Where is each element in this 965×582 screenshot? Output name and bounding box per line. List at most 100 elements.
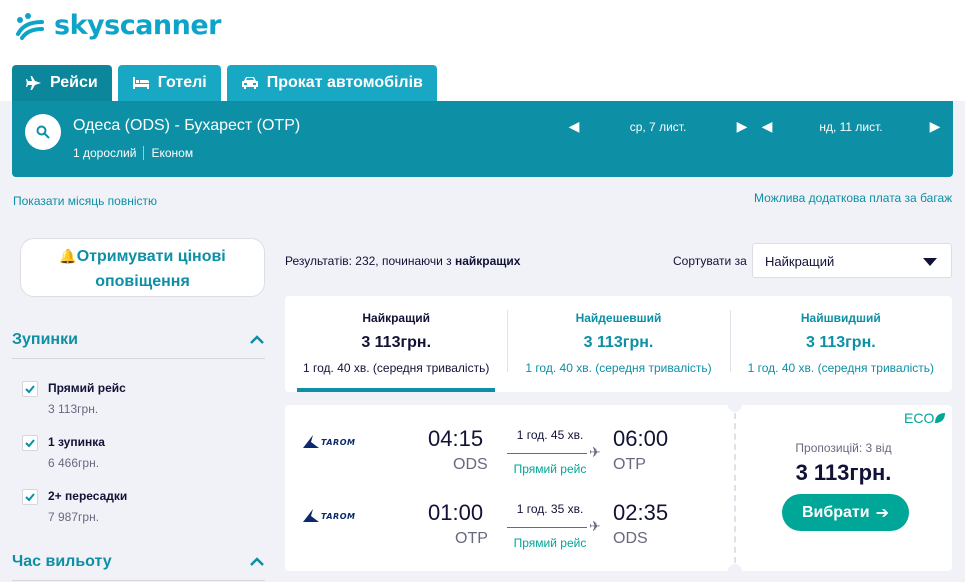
checkmark-icon (25, 493, 35, 502)
sort-tab-title: Найкращий (362, 311, 430, 325)
card-notch (728, 564, 742, 578)
plane-icon: ✈ (589, 518, 601, 534)
departure-airport: OTP (455, 530, 488, 547)
eco-label: ECO (904, 410, 935, 426)
sort-tab-price: 3 113грн. (583, 334, 654, 351)
airline-logo: TAROM (303, 509, 355, 523)
stops-text: Прямий рейс (513, 462, 587, 476)
divider (12, 358, 265, 359)
bed-icon (132, 77, 149, 89)
departure-time-filter-header[interactable]: Час вильоту (12, 553, 265, 571)
plane-icon: ✈ (589, 444, 601, 460)
depart-date[interactable]: ср, 7 лист. (583, 120, 733, 134)
baggage-fees-link[interactable]: Можлива додаткова плата за багаж (754, 191, 952, 205)
depart-date-picker: ◀ ср, 7 лист. ▶ (565, 118, 751, 135)
stops-filter-title: Зупинки (12, 331, 78, 348)
checkmark-icon (25, 385, 35, 394)
price-alert-button[interactable]: 🔔Отримувати цінові оповіщення (20, 238, 265, 297)
divider (12, 580, 265, 581)
chevron-up-icon (250, 557, 264, 566)
divider (734, 413, 736, 563)
airline-name: TAROM (321, 511, 356, 521)
tab-car-hire[interactable]: Прокат автомобілів (226, 65, 437, 101)
select-button[interactable]: Вибрати ➔ (782, 494, 909, 531)
sort-tab-best[interactable]: Найкращий 3 113грн. 1 год. 40 хв. (серед… (285, 296, 507, 392)
filter-price: 7 987грн. (48, 510, 100, 524)
checkmark-icon (25, 439, 35, 448)
sort-tab-price: 3 113грн. (805, 334, 876, 351)
filter-price: 3 113грн. (48, 402, 99, 416)
sort-tab-fastest[interactable]: Найшвидший 3 113грн. 1 год. 40 хв. (сере… (729, 296, 952, 392)
sort-label: Сортувати за (673, 254, 747, 268)
checkbox-direct[interactable] (22, 381, 38, 397)
filter-label: Прямий рейс (48, 381, 126, 395)
return-leg: TAROM 01:00 OTP 1 год. 35 хв. ✈ Прямий р… (285, 489, 734, 550)
return-date-picker: ◀ нд, 11 лист. ▶ (758, 118, 944, 135)
checkbox-one-stop[interactable] (22, 435, 38, 451)
tab-label: Рейси (50, 74, 98, 91)
sort-select[interactable]: Найкращий (752, 243, 952, 278)
sort-tab-duration: 1 год. 40 хв. (середня тривалість) (525, 361, 712, 375)
brand-name: skyscanner (54, 10, 222, 41)
results-emphasis: найкращих (455, 254, 521, 268)
cabin-class-text: Економ (151, 146, 194, 160)
card-notch (728, 398, 742, 412)
filter-label: 1 зупинка (48, 435, 105, 449)
search-summary-bar[interactable]: Одеса (ODS) - Бухарест (OTP) 1 дорослий … (12, 101, 953, 177)
departure-filter-title: Час вильоту (12, 553, 112, 570)
sort-value: Найкращий (765, 254, 835, 269)
sort-tab-cheapest[interactable]: Найдешевший 3 113грн. 1 год. 40 хв. (сер… (507, 296, 729, 392)
checkbox-two-plus[interactable] (22, 489, 38, 505)
car-icon (241, 77, 258, 89)
departure-time: 04:15 (428, 426, 484, 451)
skyscanner-logo[interactable]: skyscanner (12, 10, 222, 41)
airline-logo: TAROM (303, 435, 355, 449)
stops-text: Прямий рейс (513, 536, 587, 550)
arrival-airport: ODS (613, 530, 648, 547)
arrow-right-icon: ➔ (875, 504, 890, 522)
route-line (507, 527, 587, 528)
airline-name: TAROM (321, 437, 356, 447)
tarom-swallow-icon (303, 435, 319, 448)
tarom-swallow-icon (303, 509, 319, 522)
sort-tab-duration: 1 год. 40 хв. (середня тривалість) (747, 361, 934, 375)
filter-price: 6 466грн. (48, 456, 100, 470)
results-count: Результатів: 232, починаючи з найкращих (285, 254, 520, 268)
alert-line-2: оповіщення (95, 273, 190, 290)
tab-flights[interactable]: Рейси (12, 65, 112, 101)
route-text[interactable]: Одеса (ODS) - Бухарест (OTP) (73, 117, 300, 135)
filter-label: 2+ пересадки (48, 489, 128, 503)
results-prefix: Результатів: 232, починаючи з (285, 254, 455, 268)
whole-month-link[interactable]: Показати місяць повністю (13, 194, 157, 208)
result-card[interactable]: TAROM 04:15 ODS 1 год. 45 хв. ✈ Прямий р… (285, 398, 952, 578)
return-date[interactable]: нд, 11 лист. (776, 120, 926, 134)
next-depart-date-button[interactable]: ▶ (733, 118, 751, 135)
stops-filter-header[interactable]: Зупинки (12, 331, 265, 349)
select-label: Вибрати (801, 503, 870, 521)
arrival-time: 02:35 (613, 500, 669, 525)
tab-label: Прокат автомобілів (266, 74, 423, 91)
caret-down-icon (923, 258, 937, 266)
alert-line-1: Отримувати цінові (76, 248, 226, 265)
next-return-date-button[interactable]: ▶ (926, 118, 944, 135)
leaf-icon (935, 413, 946, 423)
flight-duration: 1 год. 35 хв. (516, 502, 584, 516)
sunrise-logo-icon (16, 12, 44, 40)
arrival-airport: OTP (613, 456, 646, 473)
product-tabs: Рейси Готелі Прокат автомобілів (12, 65, 437, 101)
prev-return-date-button[interactable]: ◀ (758, 118, 776, 135)
passenger-summary[interactable]: 1 дорослий Економ (73, 146, 193, 160)
eco-badge[interactable]: ECO (904, 410, 946, 426)
sort-tab-duration: 1 год. 40 хв. (середня тривалість) (302, 361, 490, 375)
sort-tab-title: Найдешевший (575, 311, 662, 325)
prev-depart-date-button[interactable]: ◀ (565, 118, 583, 135)
header: skyscanner Рейси Готелі Прокат автомобіл… (0, 0, 965, 101)
route-line (507, 453, 587, 454)
result-price: 3 113грн. (795, 460, 892, 485)
sort-tabs: Найкращий 3 113грн. 1 год. 40 хв. (серед… (285, 296, 952, 392)
tab-hotels[interactable]: Готелі (117, 65, 221, 101)
offers-count: Пропозицій: 3 від (795, 441, 892, 455)
search-button[interactable] (25, 114, 61, 150)
tab-label: Готелі (157, 74, 207, 91)
plane-icon (26, 76, 41, 90)
